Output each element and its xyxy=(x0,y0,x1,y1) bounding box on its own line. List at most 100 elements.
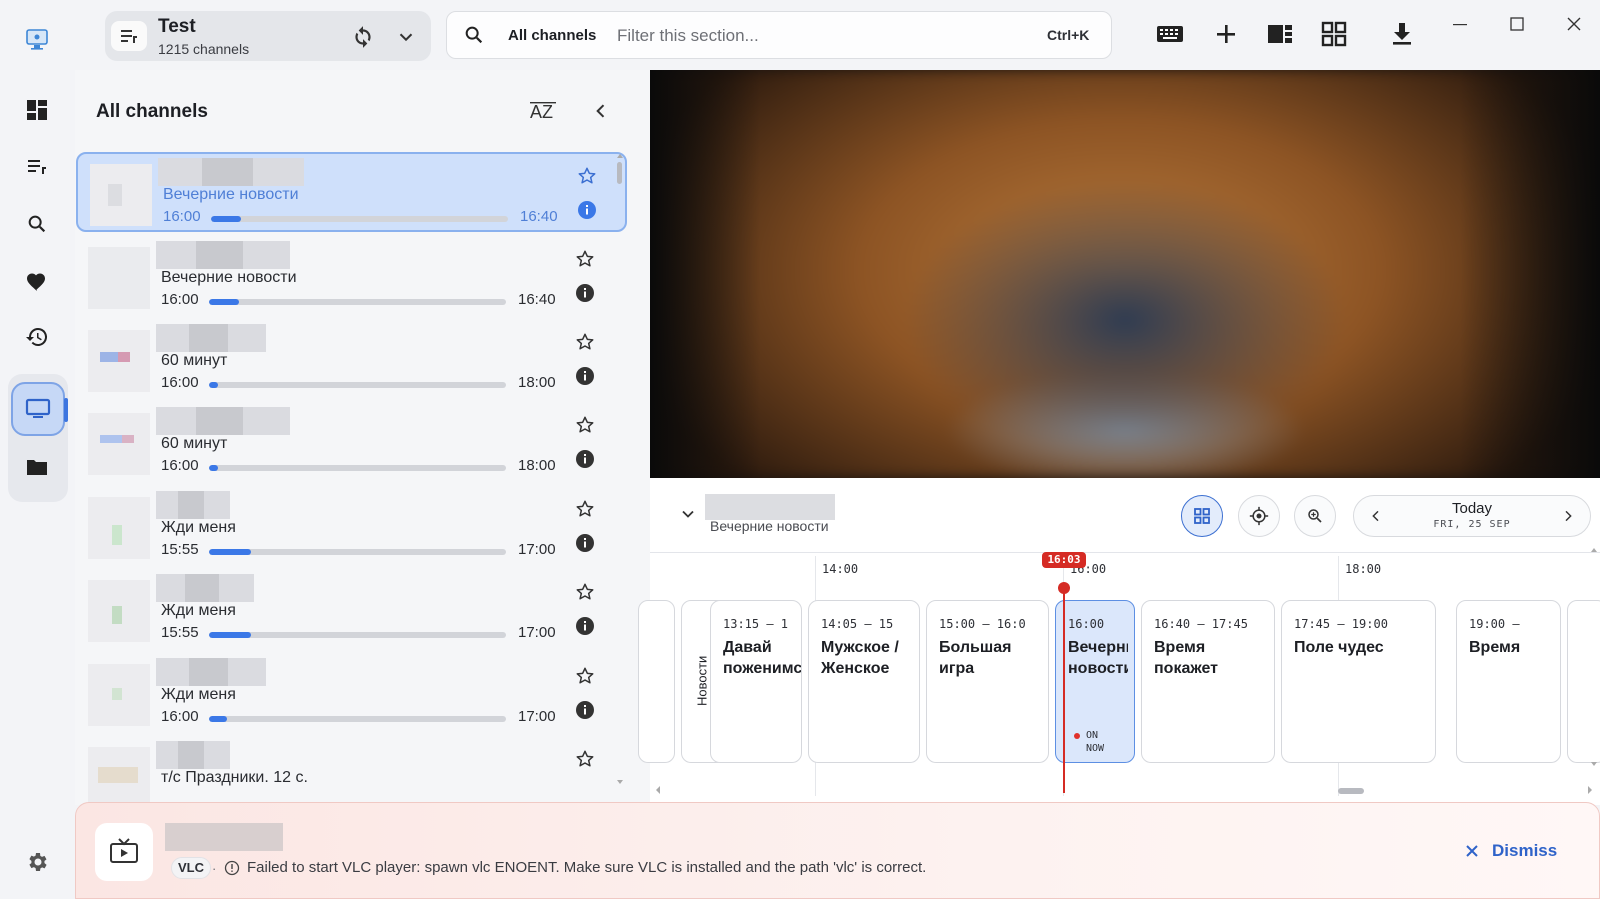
panel-title: All channels xyxy=(96,101,208,122)
program-progress-bar xyxy=(209,465,506,471)
program-end-time: 16:40 xyxy=(520,208,558,225)
star-icon[interactable] xyxy=(573,664,597,688)
chevron-down-icon[interactable] xyxy=(678,504,698,524)
info-icon[interactable] xyxy=(574,699,596,721)
maximize-icon[interactable] xyxy=(1499,10,1535,38)
sort-az-icon[interactable]: AZ xyxy=(526,96,560,126)
layout-icon[interactable] xyxy=(1264,18,1296,50)
channel-row[interactable]: 60 минут 16:00 18:00 xyxy=(76,320,627,400)
close-icon[interactable] xyxy=(1556,10,1592,38)
history-icon[interactable] xyxy=(18,318,56,356)
star-icon[interactable] xyxy=(573,497,597,521)
settings-icon[interactable] xyxy=(23,848,51,876)
folder-icon[interactable] xyxy=(18,448,56,486)
dismiss-label: Dismiss xyxy=(1492,841,1558,860)
playlist-icon xyxy=(111,21,147,51)
program-start-time: 15:55 xyxy=(161,541,199,558)
channel-row[interactable]: Жди меня 16:00 17:00 xyxy=(76,654,627,734)
epg-date-label: Today xyxy=(1451,500,1493,517)
search-scope[interactable]: All channels xyxy=(508,27,596,44)
minimize-icon[interactable] xyxy=(1442,10,1478,38)
channel-row[interactable]: Вечерние новости 16:00 16:40 xyxy=(76,152,627,232)
search-input[interactable] xyxy=(617,23,1017,49)
star-icon[interactable] xyxy=(573,580,597,604)
epg-program-time: 16:00 xyxy=(1068,617,1105,631)
epg-program-time: 13:15 – 1 xyxy=(723,617,789,631)
zoom-icon[interactable] xyxy=(1294,495,1336,537)
locate-now-button[interactable] xyxy=(1238,495,1280,537)
channel-row[interactable]: Жди меня 15:55 17:00 xyxy=(76,570,627,650)
epg-grid-view-button[interactable] xyxy=(1181,495,1223,537)
dismiss-button[interactable]: Dismiss xyxy=(1464,837,1557,865)
channel-logo xyxy=(156,324,266,352)
playlist-channel-count: 1215 channels xyxy=(158,41,250,57)
tv-icon[interactable] xyxy=(11,382,65,436)
program-end-time: 17:00 xyxy=(518,708,556,725)
close-icon xyxy=(1466,845,1478,857)
grid-icon[interactable] xyxy=(1318,18,1350,50)
chevron-down-icon[interactable] xyxy=(395,26,417,48)
sync-icon[interactable] xyxy=(350,24,376,50)
playlist-icon[interactable] xyxy=(18,148,56,186)
epg-program-card[interactable]: 15:00 – 16:0 Большая игра xyxy=(926,600,1049,763)
epg-program-card[interactable] xyxy=(1567,600,1600,763)
channel-program-title: 60 минут xyxy=(161,352,228,369)
info-icon[interactable] xyxy=(574,615,596,637)
channel-row[interactable]: Вечерние новости 16:00 16:40 xyxy=(76,237,627,317)
star-icon[interactable] xyxy=(573,247,597,271)
channel-list-scrollbar[interactable] xyxy=(616,152,624,792)
epg-date-navigator: Today FRI, 25 SEP xyxy=(1353,495,1591,537)
download-icon[interactable] xyxy=(1386,18,1418,50)
channel-thumbnail xyxy=(88,580,150,642)
channel-thumbnail xyxy=(88,247,150,309)
collapse-panel-icon[interactable] xyxy=(588,98,614,124)
epg-program-time: 16:40 – 17:45 xyxy=(1154,617,1248,631)
star-icon[interactable] xyxy=(573,330,597,354)
star-icon[interactable] xyxy=(575,164,599,188)
channels-panel-header: All channels AZ xyxy=(75,70,650,150)
channel-row[interactable]: 60 минут 16:00 18:00 xyxy=(76,403,627,483)
info-icon[interactable] xyxy=(574,365,596,387)
search-icon[interactable] xyxy=(18,205,56,243)
scrollbar-thumb[interactable] xyxy=(617,162,622,184)
epg-program-title: Время покажет xyxy=(1154,639,1218,677)
channel-thumbnail xyxy=(88,413,150,475)
star-icon[interactable] xyxy=(573,413,597,437)
epg-horizontal-scrollbar[interactable] xyxy=(650,785,1600,799)
scrollbar-thumb[interactable] xyxy=(1338,788,1364,794)
channels-panel: All channels AZ Вечерние новости 16:00 16:… xyxy=(75,70,650,809)
epg-program-card[interactable]: 17:45 – 19:00 Поле чудес xyxy=(1281,600,1436,763)
star-icon[interactable] xyxy=(573,747,597,771)
svg-text:AZ: AZ xyxy=(530,102,553,122)
info-icon[interactable] xyxy=(574,282,596,304)
video-player[interactable] xyxy=(650,70,1600,478)
channel-row[interactable]: Жди меня 15:55 17:00 xyxy=(76,487,627,567)
player-chip: VLC xyxy=(171,857,211,879)
epg-program-title: Давай поженимся! xyxy=(723,639,802,677)
add-icon[interactable] xyxy=(1210,18,1242,50)
epg-channel-logo xyxy=(705,494,835,520)
epg-program-title: Вечерние новости xyxy=(1068,639,1128,677)
live-dot-icon xyxy=(1074,733,1080,739)
info-icon[interactable] xyxy=(574,532,596,554)
info-icon[interactable] xyxy=(574,448,596,470)
channel-logo xyxy=(156,241,290,269)
epg-program-card[interactable] xyxy=(638,600,675,763)
epg-program-card[interactable]: 14:05 – 15 Мужское / Женское xyxy=(808,600,920,763)
info-icon[interactable] xyxy=(576,199,598,221)
epg-program-card[interactable]: 19:00 – Время xyxy=(1456,600,1561,763)
dashboard-icon[interactable] xyxy=(18,91,56,129)
now-marker xyxy=(1058,582,1070,594)
program-end-time: 18:00 xyxy=(518,374,556,391)
warning-icon xyxy=(224,860,240,876)
keyboard-icon[interactable] xyxy=(1154,18,1186,50)
time-label: 18:00 xyxy=(1345,562,1382,576)
rail-active-indicator xyxy=(64,398,68,422)
playlist-selector[interactable]: Test 1215 channels xyxy=(105,11,431,61)
time-label: 14:00 xyxy=(822,562,859,576)
epg-program-card[interactable]: 16:40 – 17:45 Время покажет xyxy=(1141,600,1275,763)
epg-program-card[interactable]: 13:15 – 1 Давай поженимся! xyxy=(710,600,802,763)
epg-program-card-now[interactable]: 16:00 Вечерние новости ON NOW xyxy=(1055,600,1135,763)
chevron-right-icon[interactable] xyxy=(1560,508,1576,524)
favorites-icon[interactable] xyxy=(18,262,56,300)
